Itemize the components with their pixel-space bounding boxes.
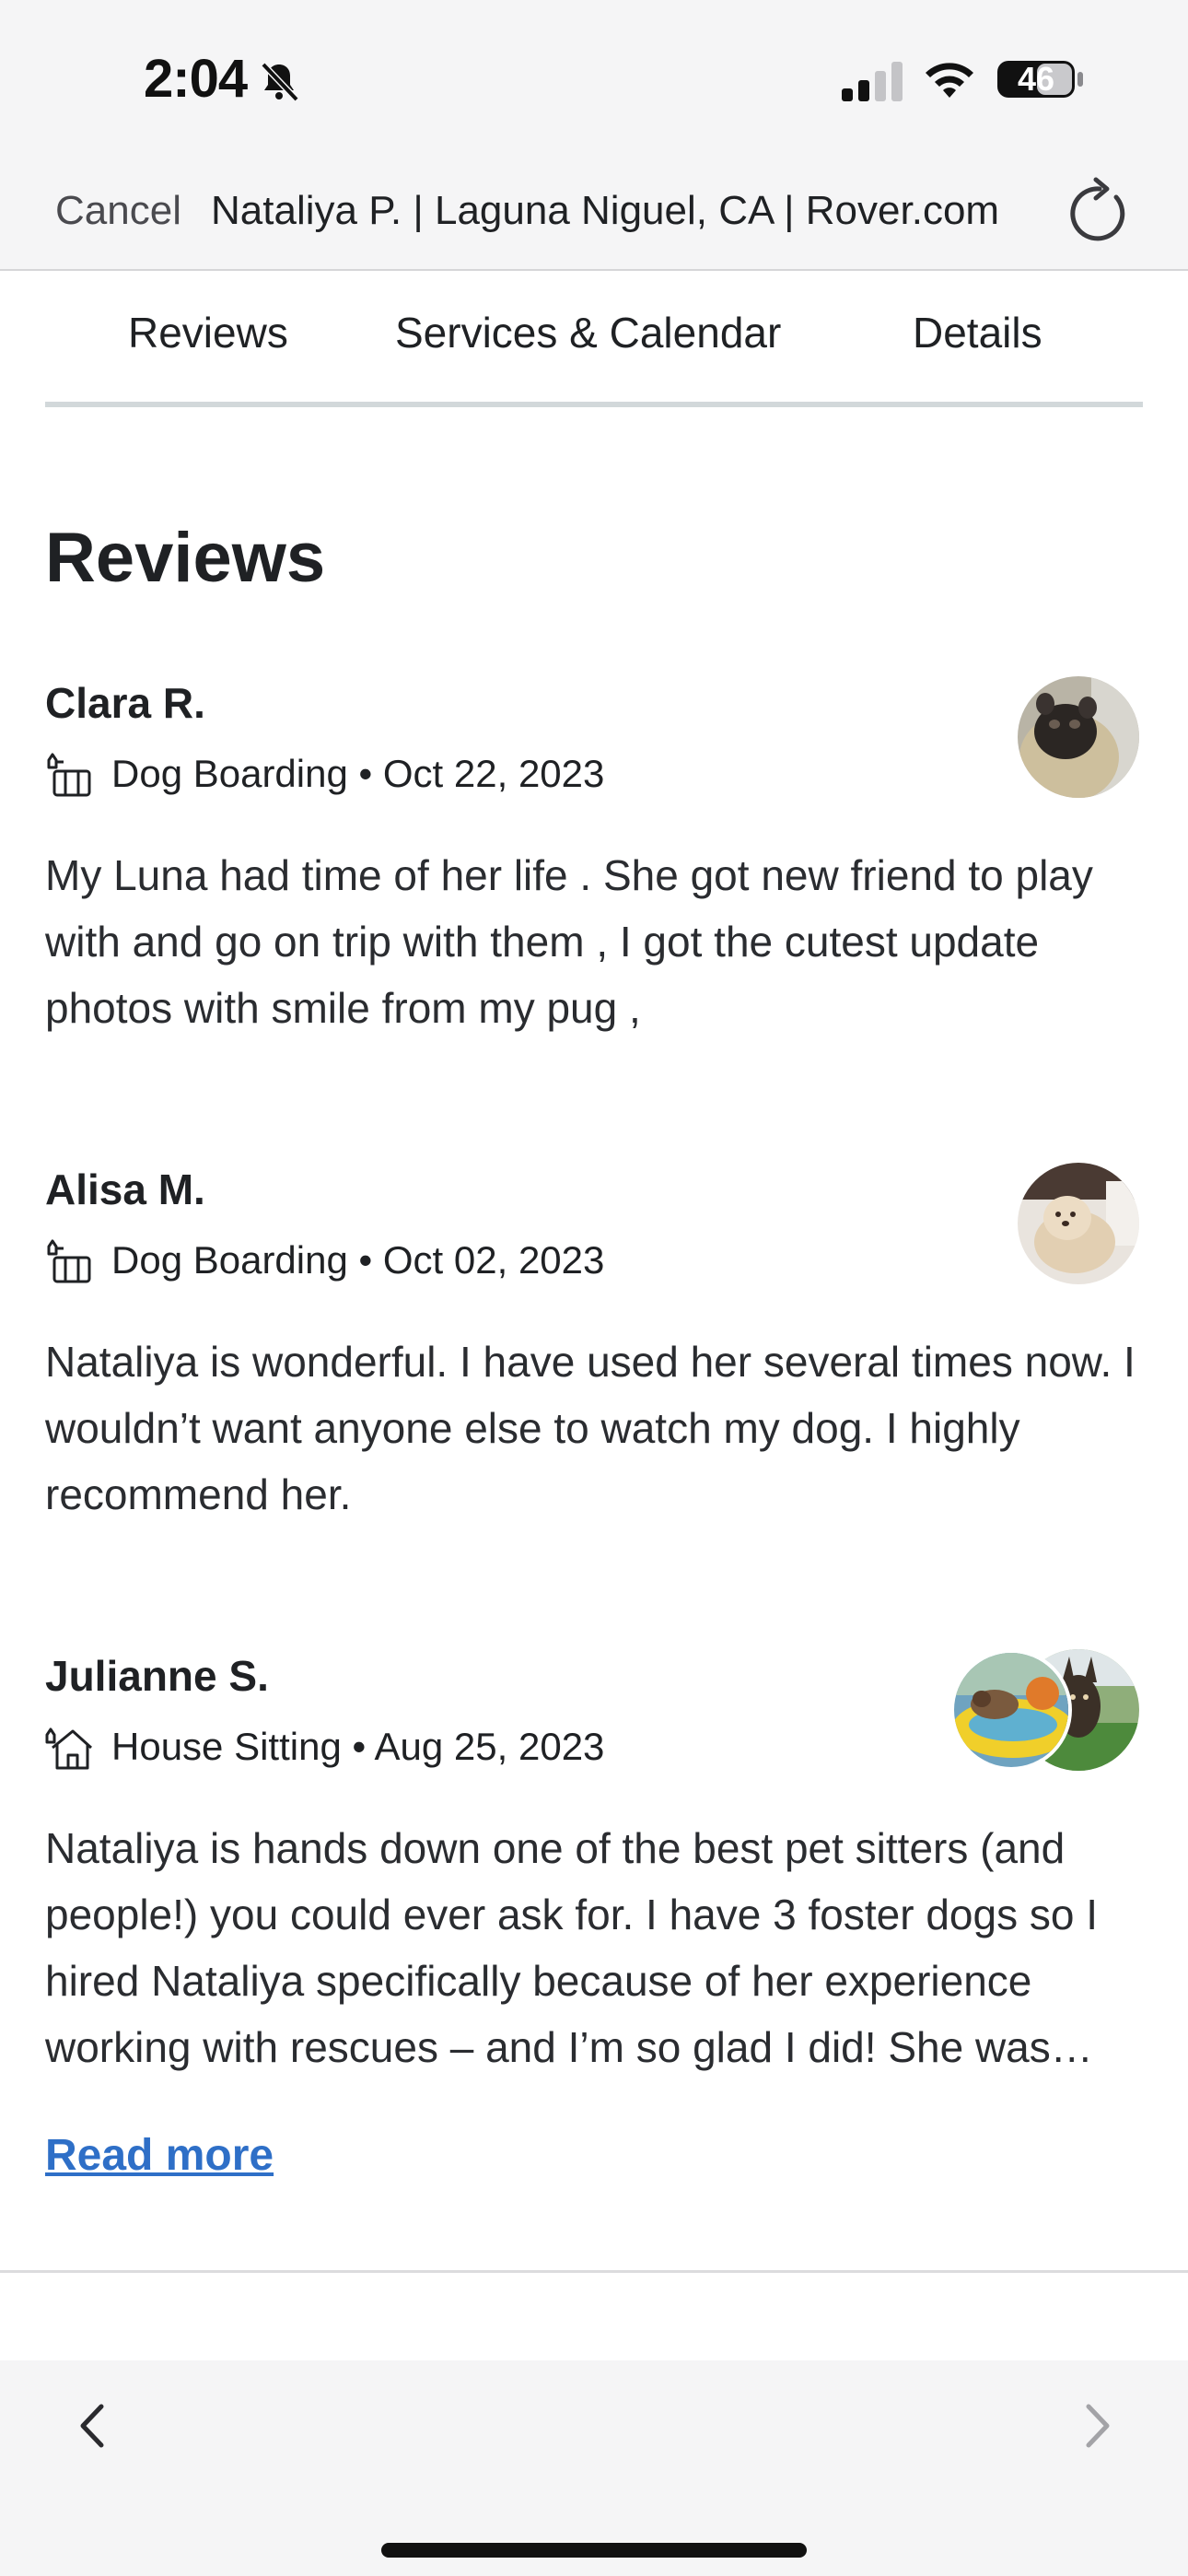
divider <box>0 2270 1188 2273</box>
tab-details[interactable]: Details <box>913 308 1042 357</box>
bell-slash-icon <box>261 62 299 102</box>
tab-services-calendar[interactable]: Services & Calendar <box>395 308 781 357</box>
reload-icon[interactable] <box>1068 177 1131 245</box>
reviewer-name: Julianne S. <box>45 1652 269 1700</box>
review-card: Julianne S. House Sitting • Aug 25, 2023… <box>45 1649 1143 2093</box>
pug-photo-icon <box>1018 676 1139 798</box>
reviewer-name: Clara R. <box>45 679 205 727</box>
battery-icon: 46 <box>996 57 1085 101</box>
reviewer-avatar[interactable] <box>1018 676 1139 798</box>
forward-arrow-icon[interactable] <box>1077 2394 1120 2458</box>
review-service-date: Dog Boarding • Oct 22, 2023 <box>111 752 605 795</box>
page-title: Nataliya P. | Laguna Niguel, CA | Rover.… <box>211 188 1000 233</box>
dog-boarding-icon <box>47 753 91 797</box>
wifi-icon <box>926 63 973 98</box>
review-meta: House Sitting • Aug 25, 2023 <box>45 1719 604 1774</box>
read-more-link[interactable]: Read more <box>45 2130 274 2181</box>
cancel-button[interactable]: Cancel <box>55 188 181 234</box>
review-meta: Dog Boarding • Oct 22, 2023 <box>45 746 604 802</box>
battery-level: 46 <box>1017 60 1055 98</box>
cellular-signal-icon <box>842 62 903 101</box>
review-service-date: House Sitting • Aug 25, 2023 <box>111 1725 605 1768</box>
browser-toolbar <box>0 2360 1188 2576</box>
review-card: Clara R. Dog Boarding • Oct 22, 2023 My … <box>45 676 1143 1047</box>
review-text: My Luna had time of her life . She got n… <box>45 851 1093 1032</box>
back-arrow-icon[interactable] <box>70 2394 112 2458</box>
review-service-date: Dog Boarding • Oct 02, 2023 <box>111 1238 605 1282</box>
review-meta: Dog Boarding • Oct 02, 2023 <box>45 1233 604 1288</box>
reviewer-avatar[interactable] <box>1018 1163 1139 1284</box>
home-indicator[interactable] <box>381 2543 807 2558</box>
dog-boarding-icon <box>47 1239 91 1283</box>
house-sitting-icon <box>45 1727 93 1770</box>
profile-tabs: Reviews Services & Calendar Details <box>45 273 1143 407</box>
status-bar: 2:04 46 <box>0 0 1188 157</box>
dog-photo-icon <box>1018 1163 1139 1284</box>
reviewer-name: Alisa M. <box>45 1165 205 1213</box>
browser-header: Cancel Nataliya P. | Laguna Niguel, CA |… <box>0 157 1188 271</box>
review-card: Alisa M. Dog Boarding • Oct 02, 2023 Nat… <box>45 1163 1143 1533</box>
tab-reviews[interactable]: Reviews <box>128 308 288 357</box>
status-time: 2:04 <box>144 49 248 109</box>
review-text: Nataliya is hands down one of the best p… <box>45 1824 1098 2071</box>
pet-photo-1[interactable] <box>950 1649 1072 1771</box>
review-text: Nataliya is wonderful. I have used her s… <box>45 1338 1136 1518</box>
reviews-heading: Reviews <box>45 519 326 597</box>
